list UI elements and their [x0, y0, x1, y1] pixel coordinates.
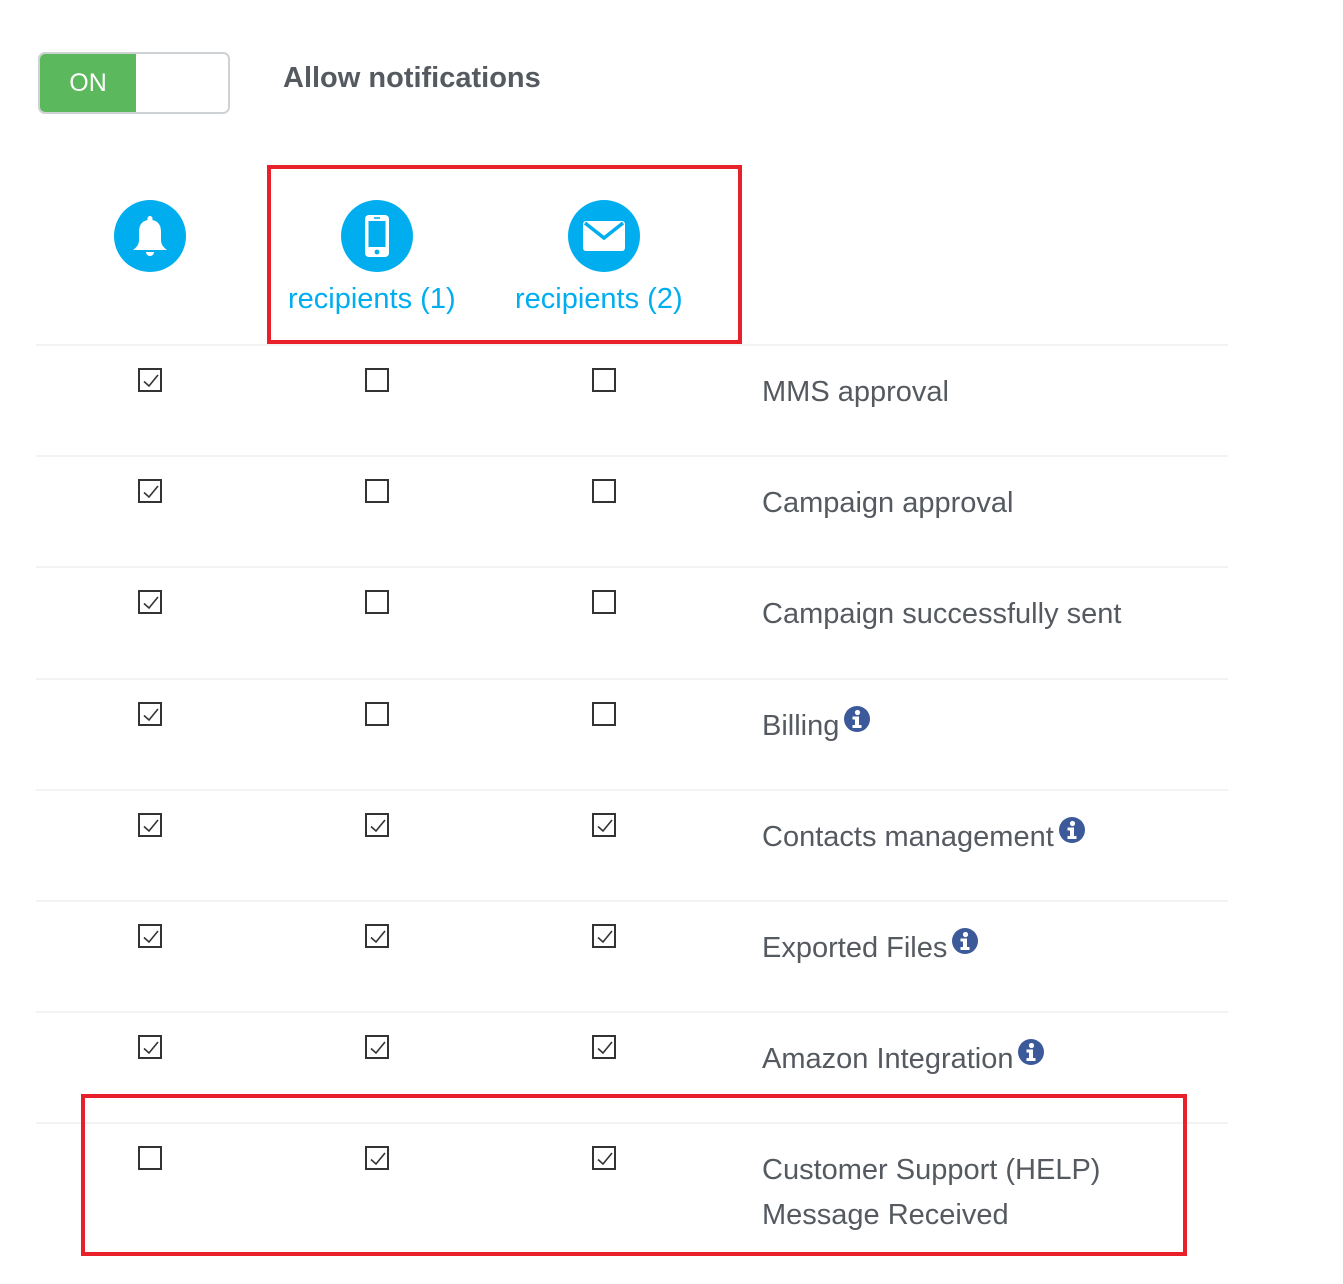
in-app-checkbox-checked[interactable]	[138, 813, 162, 837]
in-app-checkbox[interactable]	[138, 1146, 162, 1170]
bell-icon	[114, 200, 186, 272]
notification-label-text: Amazon Integration	[762, 1043, 1014, 1075]
notification-label: Amazon Integration	[762, 1037, 1045, 1082]
notification-row: Customer Support (HELP) Message Received	[36, 1122, 1228, 1272]
notification-row: Amazon Integration	[36, 1011, 1228, 1122]
info-icon[interactable]	[1017, 1035, 1045, 1080]
notification-label: Exported Files	[762, 926, 979, 971]
sms-checkbox[interactable]	[365, 702, 389, 726]
notification-label-text: Campaign successfully sent	[762, 598, 1122, 630]
in-app-checkbox-checked[interactable]	[138, 924, 162, 948]
toggle-on-label: ON	[40, 54, 136, 112]
notification-label: MMS approval	[762, 370, 949, 415]
notification-label-text: Billing	[762, 710, 840, 742]
info-icon[interactable]	[843, 702, 871, 747]
notification-row: MMS approval	[36, 344, 1228, 455]
email-recipients-link[interactable]: recipients (2)	[515, 283, 683, 316]
email-checkbox-checked[interactable]	[592, 924, 616, 948]
sms-checkbox-checked[interactable]	[365, 1146, 389, 1170]
email-checkbox-checked[interactable]	[592, 1035, 616, 1059]
email-checkbox-checked[interactable]	[592, 813, 616, 837]
in-app-checkbox-checked[interactable]	[138, 1035, 162, 1059]
notification-label: Billing	[762, 704, 871, 749]
info-icon[interactable]	[951, 924, 979, 969]
notification-row: Contacts management	[36, 789, 1228, 900]
sms-checkbox[interactable]	[365, 590, 389, 614]
sms-checkbox[interactable]	[365, 479, 389, 503]
highlight-recipient-columns	[267, 165, 742, 344]
allow-notifications-toggle[interactable]: ON	[38, 52, 230, 114]
mobile-phone-icon	[341, 200, 413, 272]
envelope-icon	[568, 200, 640, 272]
in-app-checkbox-checked[interactable]	[138, 479, 162, 503]
sms-checkbox-checked[interactable]	[365, 1035, 389, 1059]
notification-label: Campaign successfully sent	[762, 592, 1121, 637]
notification-label: Contacts management	[762, 815, 1086, 860]
sms-recipients-link[interactable]: recipients (1)	[288, 283, 456, 316]
in-app-checkbox-checked[interactable]	[138, 368, 162, 392]
notification-label: Campaign approval	[762, 481, 1013, 526]
info-icon[interactable]	[1058, 813, 1086, 858]
allow-notifications-label: Allow notifications	[283, 62, 541, 94]
email-checkbox[interactable]	[592, 479, 616, 503]
notification-label-text: Customer Support (HELP)	[762, 1154, 1101, 1186]
notification-label-text: Exported Files	[762, 932, 948, 964]
email-checkbox[interactable]	[592, 702, 616, 726]
sms-checkbox[interactable]	[365, 368, 389, 392]
email-checkbox[interactable]	[592, 368, 616, 392]
toggle-knob	[136, 54, 228, 112]
email-checkbox[interactable]	[592, 590, 616, 614]
notification-label-text: Campaign approval	[762, 487, 1014, 519]
notification-row: Billing	[36, 678, 1228, 789]
notification-label: Customer Support (HELP) Message Received	[762, 1148, 1100, 1238]
email-checkbox-checked[interactable]	[592, 1146, 616, 1170]
notification-row: Campaign successfully sent	[36, 566, 1228, 677]
notification-label-text-line2: Message Received	[762, 1199, 1009, 1231]
notification-row: Exported Files	[36, 900, 1228, 1011]
sms-checkbox-checked[interactable]	[365, 924, 389, 948]
sms-checkbox-checked[interactable]	[365, 813, 389, 837]
notification-label-text: Contacts management	[762, 821, 1054, 853]
in-app-checkbox-checked[interactable]	[138, 590, 162, 614]
notification-row: Campaign approval	[36, 455, 1228, 566]
in-app-checkbox-checked[interactable]	[138, 702, 162, 726]
notification-label-text: MMS approval	[762, 376, 949, 408]
